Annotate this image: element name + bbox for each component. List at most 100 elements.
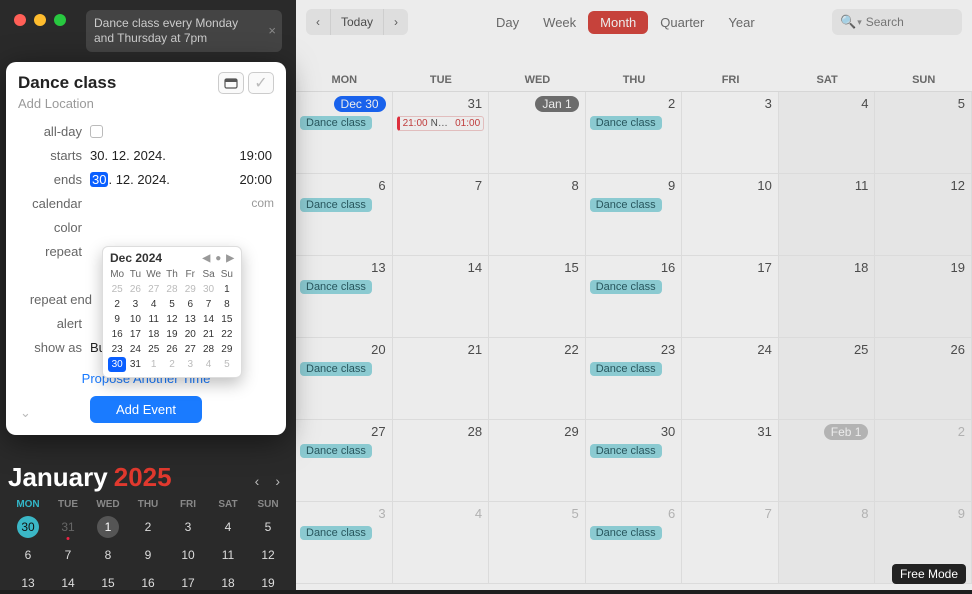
day-cell[interactable]: 5	[489, 502, 586, 584]
minimize-window-icon[interactable]	[34, 14, 46, 26]
event-chip[interactable]: Dance class	[300, 362, 372, 376]
day-cell[interactable]: 25	[779, 338, 876, 420]
event-row[interactable]: 21:00New Year's Eve P…01:00	[397, 116, 485, 131]
dp-day[interactable]: 2	[108, 297, 126, 312]
dp-day[interactable]: 4	[145, 297, 163, 312]
search-field[interactable]: 🔍▾	[832, 9, 962, 35]
day-cell[interactable]: 16Dance class	[586, 256, 683, 338]
day-cell[interactable]: 18	[779, 256, 876, 338]
view-day[interactable]: Day	[484, 11, 531, 34]
dp-next-icon[interactable]: ▶	[226, 253, 234, 264]
event-chip[interactable]: Dance class	[590, 116, 662, 130]
event-chip[interactable]: Dance class	[590, 526, 662, 540]
dp-day[interactable]: 8	[218, 297, 236, 312]
mini-day[interactable]: 11	[208, 544, 248, 566]
mini-day[interactable]: 30	[8, 516, 48, 538]
dp-day[interactable]: 15	[218, 312, 236, 327]
dp-day[interactable]: 22	[218, 327, 236, 342]
ends-date[interactable]: 30. 12. 2024.	[90, 172, 170, 187]
day-cell[interactable]: 2	[875, 420, 972, 502]
day-cell[interactable]: 3Dance class	[296, 502, 393, 584]
mini-day[interactable]: 31	[48, 516, 88, 538]
day-cell[interactable]: 26	[875, 338, 972, 420]
day-cell[interactable]: 3121:00New Year's Eve P…01:00	[393, 92, 490, 174]
day-cell[interactable]: 5	[875, 92, 972, 174]
dp-day[interactable]: 28	[199, 342, 217, 357]
fullscreen-window-icon[interactable]	[54, 14, 66, 26]
mini-day[interactable]: 5	[248, 516, 288, 538]
dp-day[interactable]: 31	[126, 357, 144, 372]
dp-day[interactable]: 10	[126, 312, 144, 327]
mini-day[interactable]: 3	[168, 516, 208, 538]
day-cell[interactable]: 10	[682, 174, 779, 256]
view-week[interactable]: Week	[531, 11, 588, 34]
add-event-button[interactable]: Add Event	[90, 396, 202, 423]
expand-details-icon[interactable]: ⌄	[20, 405, 31, 421]
day-cell[interactable]: 19	[875, 256, 972, 338]
event-chip[interactable]: Dance class	[300, 116, 372, 130]
month-grid[interactable]: Dec 30Dance class3121:00New Year's Eve P…	[296, 92, 972, 584]
mini-day[interactable]: 6	[8, 544, 48, 566]
dp-day[interactable]: 1	[218, 282, 236, 297]
dp-day[interactable]: 16	[108, 327, 126, 342]
confirm-button[interactable]: ✓	[248, 72, 274, 94]
search-input[interactable]	[866, 15, 954, 29]
free-mode-badge[interactable]: Free Mode	[892, 564, 966, 584]
day-cell[interactable]: 27Dance class	[296, 420, 393, 502]
day-cell[interactable]: 9Dance class	[586, 174, 683, 256]
window-controls[interactable]	[14, 14, 66, 26]
mini-day[interactable]: 8	[88, 544, 128, 566]
dp-day[interactable]: 13	[181, 312, 199, 327]
dp-day[interactable]: 3	[181, 357, 199, 372]
event-chip[interactable]: Dance class	[590, 362, 662, 376]
day-cell[interactable]: 29	[489, 420, 586, 502]
close-window-icon[interactable]	[14, 14, 26, 26]
dp-day[interactable]: 12	[163, 312, 181, 327]
day-cell[interactable]: 22	[489, 338, 586, 420]
dp-day[interactable]: 21	[199, 327, 217, 342]
day-cell[interactable]: 3	[682, 92, 779, 174]
mini-day[interactable]: 10	[168, 544, 208, 566]
event-chip[interactable]: Dance class	[590, 280, 662, 294]
mini-day[interactable]: 18	[208, 572, 248, 594]
day-cell[interactable]: 11	[779, 174, 876, 256]
day-cell[interactable]: Feb 1	[779, 420, 876, 502]
day-cell[interactable]: 8	[489, 174, 586, 256]
dp-prev-icon[interactable]: ◀	[203, 253, 211, 264]
natural-language-input[interactable]: Dance class every Monday and Thursday at…	[86, 10, 282, 52]
dp-day[interactable]: 6	[181, 297, 199, 312]
mini-day[interactable]: 7	[48, 544, 88, 566]
ends-date-picker[interactable]: Dec 2024 ◀ ● ▶ MoTuWeThFrSaSu25262728293…	[102, 246, 242, 378]
dp-day[interactable]: 25	[108, 282, 126, 297]
day-cell[interactable]: Jan 1	[489, 92, 586, 174]
event-chip[interactable]: Dance class	[300, 198, 372, 212]
mini-prev-icon[interactable]: ‹	[255, 473, 260, 489]
dp-day[interactable]: 28	[163, 282, 181, 297]
dp-day[interactable]: 3	[126, 297, 144, 312]
dp-day[interactable]: 4	[199, 357, 217, 372]
mini-day[interactable]: 1	[88, 516, 128, 538]
day-cell[interactable]: 28	[393, 420, 490, 502]
prev-period-button[interactable]: ‹	[306, 9, 330, 35]
dp-day[interactable]: 9	[108, 312, 126, 327]
day-cell[interactable]: 4	[779, 92, 876, 174]
day-cell[interactable]: 17	[682, 256, 779, 338]
event-chip[interactable]: Dance class	[300, 444, 372, 458]
dp-day[interactable]: 20	[181, 327, 199, 342]
clear-input-icon[interactable]: ×	[268, 23, 276, 39]
dp-day[interactable]: 11	[145, 312, 163, 327]
dp-day[interactable]: 7	[199, 297, 217, 312]
dp-today-icon[interactable]: ●	[215, 253, 221, 264]
day-cell[interactable]: 31	[682, 420, 779, 502]
dp-day[interactable]: 26	[163, 342, 181, 357]
day-cell[interactable]: 4	[393, 502, 490, 584]
event-chip[interactable]: Dance class	[590, 198, 662, 212]
day-cell[interactable]: 7	[682, 502, 779, 584]
dp-day[interactable]: 27	[145, 282, 163, 297]
view-month[interactable]: Month	[588, 11, 648, 34]
mini-day[interactable]: 17	[168, 572, 208, 594]
dp-day[interactable]: 23	[108, 342, 126, 357]
dp-day[interactable]: 27	[181, 342, 199, 357]
event-chip[interactable]: Dance class	[590, 444, 662, 458]
dp-day[interactable]: 2	[163, 357, 181, 372]
